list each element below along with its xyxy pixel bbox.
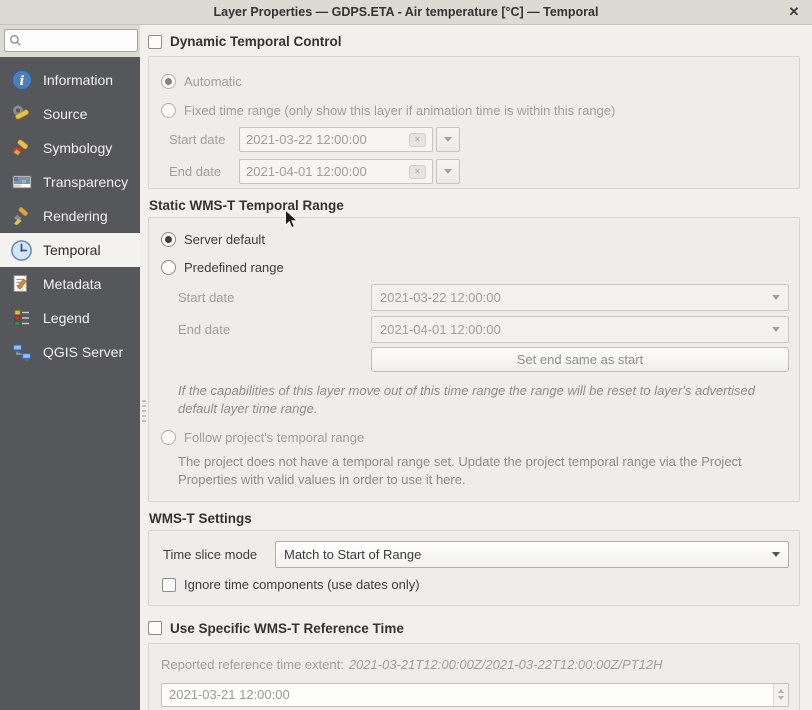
follow-project-temporal-range-radio[interactable]	[161, 430, 176, 445]
fixed-time-range-radio[interactable]	[161, 103, 176, 118]
legend-icon	[9, 306, 34, 330]
automatic-label: Automatic	[184, 74, 242, 89]
sidebar: i Information Source	[0, 25, 140, 710]
sidebar-item-legend[interactable]: Legend	[0, 301, 140, 335]
time-slice-mode-combo[interactable]: Match to Start of Range	[275, 541, 789, 568]
use-specific-reference-time-checkbox[interactable]	[148, 621, 162, 635]
sidebar-item-label: Rendering	[43, 208, 108, 224]
static-wmst-temporal-range-heading: Static WMS-T Temporal Range	[149, 198, 800, 213]
static-end-date-combo[interactable]: 2021-04-01 12:00:00	[371, 316, 789, 343]
spinner-buttons[interactable]	[773, 684, 788, 706]
start-datetime-value: 2021-03-22 12:00:00	[246, 132, 367, 147]
start-datetime-field[interactable]: 2021-03-22 12:00:00 ✕	[239, 127, 433, 152]
predefined-range-radio[interactable]	[161, 260, 176, 275]
qgis-server-icon	[9, 340, 34, 364]
follow-project-temporal-range-label: Follow project's temporal range	[184, 430, 364, 445]
sidebar-item-label: QGIS Server	[43, 344, 123, 360]
automatic-radio[interactable]	[161, 74, 176, 89]
clear-icon[interactable]: ✕	[409, 133, 426, 147]
dynamic-temporal-control-header: Dynamic Temporal Control	[148, 27, 800, 56]
dynamic-temporal-control-label: Dynamic Temporal Control	[170, 34, 342, 49]
chevron-down-icon	[444, 137, 452, 142]
metadata-icon	[9, 272, 34, 296]
symbology-icon	[9, 136, 34, 160]
project-range-note: The project does not have a temporal ran…	[178, 453, 758, 489]
wmst-settings-heading: WMS-T Settings	[149, 511, 800, 526]
sidebar-item-label: Transparency	[43, 174, 128, 190]
server-default-radio[interactable]	[161, 232, 176, 247]
sidebar-item-symbology[interactable]: Symbology	[0, 131, 140, 165]
splitter-grip[interactable]	[142, 400, 146, 422]
clear-icon[interactable]: ✕	[409, 165, 426, 179]
source-icon	[9, 102, 34, 126]
chevron-down-icon	[772, 552, 780, 557]
close-icon[interactable]: ✕	[785, 3, 803, 21]
sidebar-nav: i Information Source	[0, 57, 140, 369]
sidebar-item-label: Metadata	[43, 276, 101, 292]
spin-up-icon	[778, 689, 784, 693]
set-end-same-as-start-button[interactable]: Set end same as start	[371, 347, 789, 372]
ignore-time-components-label: Ignore time components (use dates only)	[184, 577, 420, 592]
sidebar-item-label: Source	[43, 106, 87, 122]
static-end-date-label: End date	[161, 322, 371, 337]
ignore-time-components-checkbox[interactable]	[162, 578, 176, 592]
reported-extent-value: 2021-03-21T12:00:00Z/2021-03-22T12:00:00…	[349, 657, 663, 672]
sidebar-item-label: Temporal	[43, 242, 101, 258]
layer-properties-dialog: Layer Properties — GDPS.ETA - Air temper…	[0, 0, 812, 710]
sidebar-item-label: Information	[43, 72, 113, 88]
reference-time-input[interactable]: 2021-03-21 12:00:00	[161, 683, 789, 707]
use-specific-reference-time-label: Use Specific WMS-T Reference Time	[170, 621, 404, 636]
time-slice-mode-value: Match to Start of Range	[284, 547, 421, 562]
dynamic-temporal-control-checkbox[interactable]	[148, 35, 162, 49]
sidebar-item-information[interactable]: i Information	[0, 63, 140, 97]
sidebar-item-qgis-server[interactable]: QGIS Server	[0, 335, 140, 369]
end-datetime-value: 2021-04-01 12:00:00	[246, 164, 367, 179]
sidebar-item-label: Legend	[43, 310, 90, 326]
static-end-date-value: 2021-04-01 12:00:00	[380, 322, 501, 337]
dynamic-temporal-control-group: Automatic Fixed time range (only show th…	[148, 56, 800, 189]
chevron-down-icon	[444, 169, 452, 174]
temporal-icon	[9, 238, 34, 262]
reference-time-header: Use Specific WMS-T Reference Time	[148, 614, 800, 643]
dialog-title: Layer Properties — GDPS.ETA - Air temper…	[214, 5, 599, 19]
static-start-date-label: Start date	[161, 290, 371, 305]
server-default-label: Server default	[184, 232, 265, 247]
end-datetime-dropdown-button[interactable]	[436, 159, 460, 184]
wmst-settings-group: Time slice mode Match to Start of Range …	[148, 530, 800, 606]
static-wmst-temporal-range-group: Server default Predefined range Start da…	[148, 217, 800, 502]
reference-time-group: Reported reference time extent: 2021-03-…	[148, 643, 800, 710]
chevron-down-icon	[772, 327, 780, 332]
sidebar-item-temporal[interactable]: Temporal	[0, 233, 140, 267]
start-date-label: Start date	[169, 132, 239, 147]
end-date-label: End date	[169, 164, 239, 179]
sidebar-search-area	[0, 25, 140, 57]
sidebar-item-rendering[interactable]: Rendering	[0, 199, 140, 233]
reported-extent-label: Reported reference time extent:	[161, 657, 344, 672]
transparency-icon	[9, 170, 34, 194]
svg-text:i: i	[19, 74, 24, 89]
static-start-date-combo[interactable]: 2021-03-22 12:00:00	[371, 284, 789, 311]
search-input[interactable]	[4, 29, 138, 52]
spin-down-icon	[778, 696, 784, 700]
capabilities-note: If the capabilities of this layer move o…	[178, 382, 783, 418]
mouse-cursor	[284, 209, 300, 231]
predefined-range-label: Predefined range	[184, 260, 284, 275]
sidebar-item-label: Symbology	[43, 140, 112, 156]
sidebar-item-source[interactable]: Source	[0, 97, 140, 131]
temporal-settings-panel: Dynamic Temporal Control Automatic Fixed…	[140, 25, 812, 710]
sidebar-item-transparency[interactable]: Transparency	[0, 165, 140, 199]
title-bar: Layer Properties — GDPS.ETA - Air temper…	[0, 0, 812, 25]
rendering-icon	[9, 204, 34, 228]
reference-time-value: 2021-03-21 12:00:00	[162, 684, 773, 706]
end-datetime-field[interactable]: 2021-04-01 12:00:00 ✕	[239, 159, 433, 184]
fixed-time-range-label: Fixed time range (only show this layer i…	[184, 103, 615, 118]
search-icon	[9, 34, 22, 47]
time-slice-mode-label: Time slice mode	[163, 547, 275, 562]
information-icon: i	[9, 68, 34, 92]
start-datetime-dropdown-button[interactable]	[436, 127, 460, 152]
static-start-date-value: 2021-03-22 12:00:00	[380, 290, 501, 305]
chevron-down-icon	[772, 295, 780, 300]
sidebar-item-metadata[interactable]: Metadata	[0, 267, 140, 301]
